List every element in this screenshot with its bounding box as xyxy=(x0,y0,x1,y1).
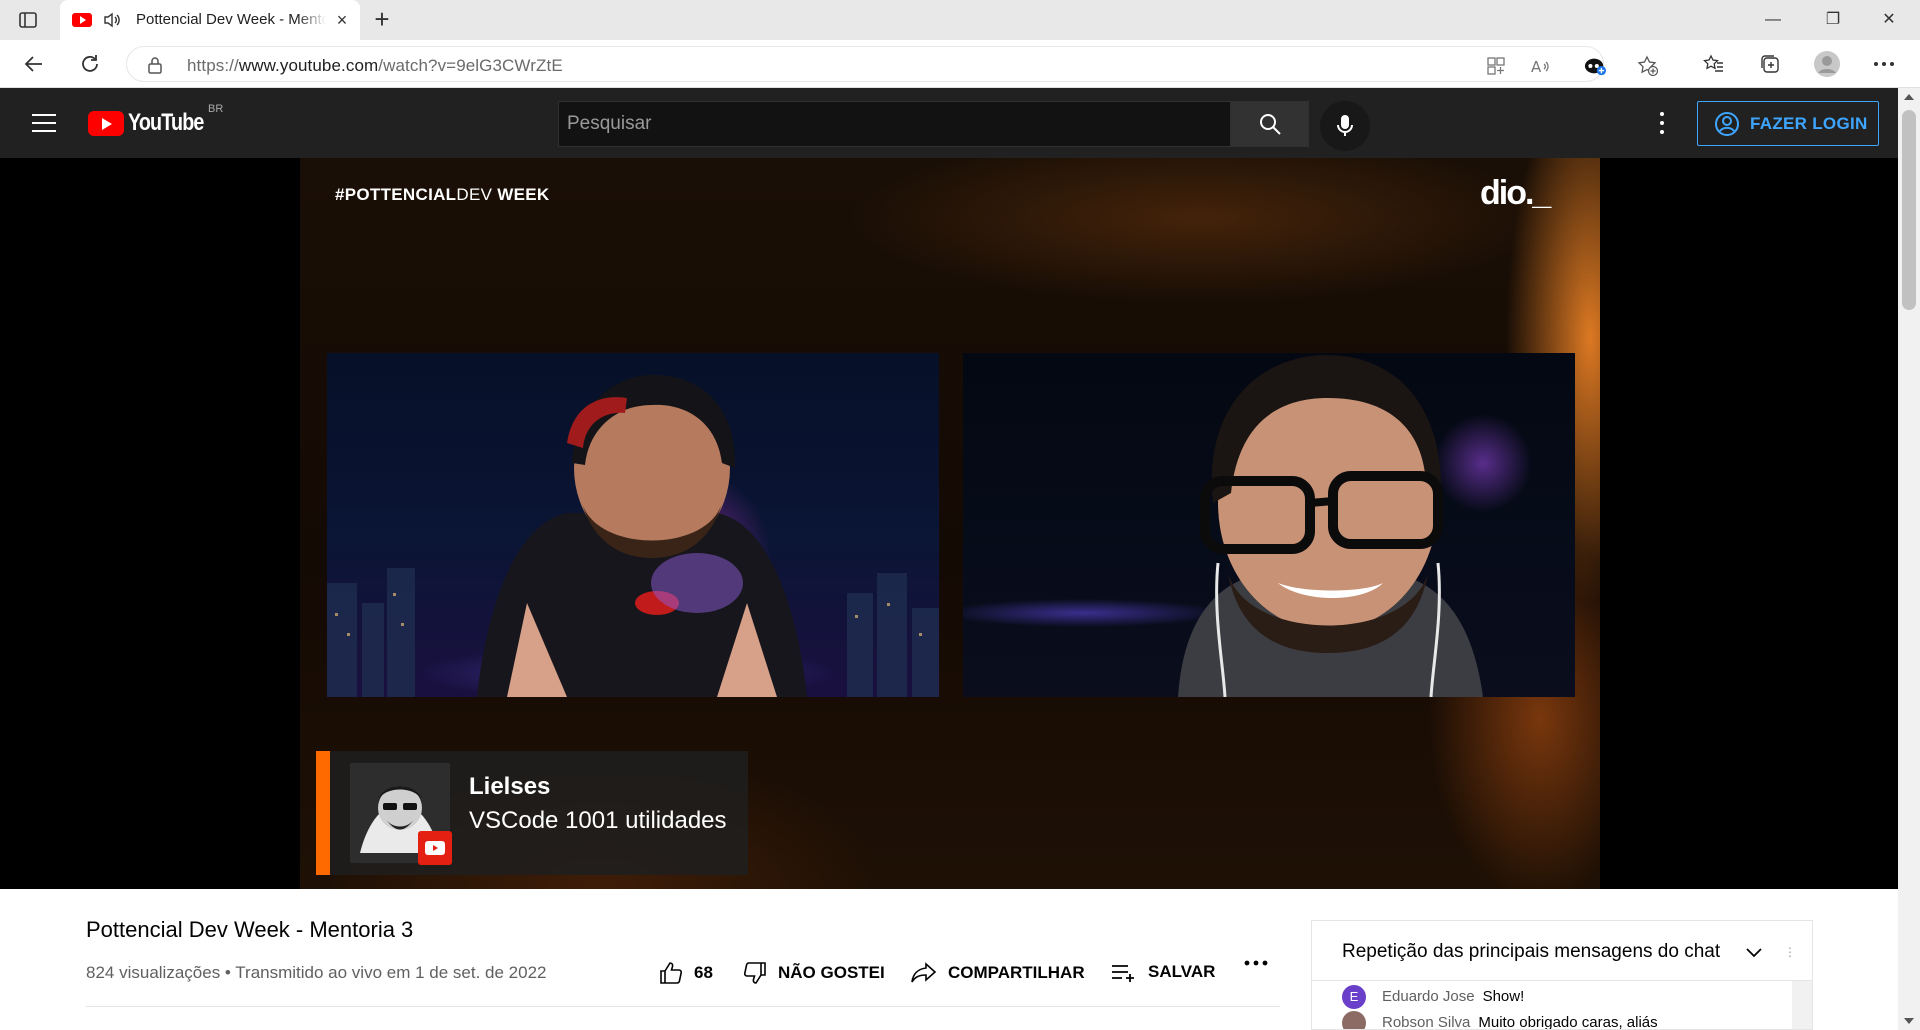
page-scrollbar[interactable] xyxy=(1898,88,1920,1030)
chat-more-icon[interactable]: ⋮ xyxy=(1784,945,1796,959)
browser-tab-active[interactable]: Pottencial Dev Week - Mentoria 3 × xyxy=(60,0,360,40)
browser-toolbar: https://www.youtube.com/watch?v=9elG3CWr… xyxy=(0,40,1920,88)
chat-header[interactable]: Repetição das principais mensagens do ch… xyxy=(1312,921,1812,981)
search-button[interactable] xyxy=(1231,101,1309,147)
like-button[interactable]: 68 xyxy=(658,960,713,986)
chat-avatar xyxy=(1342,1011,1366,1029)
tab-close-icon[interactable]: × xyxy=(330,8,354,32)
save-label: SALVAR xyxy=(1148,962,1216,981)
menu-icon[interactable] xyxy=(32,114,56,132)
maximize-button[interactable]: ❐ xyxy=(1810,6,1856,34)
lock-icon[interactable] xyxy=(147,56,163,79)
address-bar[interactable]: https://www.youtube.com/watch?v=9elG3CWr… xyxy=(126,46,1659,82)
close-window-button[interactable]: ✕ xyxy=(1866,6,1912,34)
logo-text: YouTube xyxy=(128,109,204,136)
event-hashtag: #POTTENCIALDEV WEEK xyxy=(335,185,550,204)
back-arrow-icon[interactable] xyxy=(20,50,48,78)
svg-text:A: A xyxy=(1531,58,1542,76)
scroll-down-arrow-icon[interactable] xyxy=(1904,1018,1914,1024)
lower-third-accent xyxy=(316,751,330,875)
video-player[interactable]: #POTTENCIALDEV WEEK dio._ Lielses VSCode… xyxy=(0,158,1898,889)
search-box xyxy=(558,101,1231,147)
settings-more-icon[interactable] xyxy=(1870,50,1898,78)
dio-logo: dio._ xyxy=(1480,174,1551,212)
youtube-badge-icon xyxy=(418,831,452,865)
chat-author: Robson Silva xyxy=(1382,1013,1471,1030)
search-icon xyxy=(1260,114,1281,135)
dislike-button[interactable]: NÃO GOSTEI xyxy=(742,960,885,986)
more-actions-button[interactable] xyxy=(1244,960,1278,966)
share-label: COMPARTILHAR xyxy=(948,963,1085,982)
webcam-feed-right xyxy=(963,353,1575,697)
read-aloud-icon[interactable]: A xyxy=(1530,55,1552,77)
dislike-label: NÃO GOSTEI xyxy=(778,963,885,982)
new-tab-button[interactable]: + xyxy=(368,6,396,34)
thumbs-down-icon xyxy=(743,962,766,984)
info-divider xyxy=(86,1006,1280,1007)
youtube-logo[interactable]: YouTube BR xyxy=(88,103,223,136)
chat-replay-panel: Repetição das principais mensagens do ch… xyxy=(1311,920,1813,1030)
chat-scrollbar[interactable] xyxy=(1792,981,1812,1029)
presenter-lower-third: Lielses VSCode 1001 utilidades xyxy=(316,751,748,875)
share-icon xyxy=(911,962,937,983)
share-button[interactable]: COMPARTILHAR xyxy=(910,960,1085,986)
search-input[interactable] xyxy=(559,102,1230,146)
chat-text: Show! xyxy=(1482,987,1525,1005)
thumbs-up-icon xyxy=(660,962,683,984)
account-icon xyxy=(1715,111,1739,136)
chevron-down-icon[interactable] xyxy=(1746,945,1762,963)
profile-avatar-icon[interactable] xyxy=(1813,50,1841,78)
video-title: Pottencial Dev Week - Mentoria 3 xyxy=(86,917,414,942)
favorites-icon[interactable] xyxy=(1700,50,1728,78)
chat-header-title: Repetição das principais mensagens do ch… xyxy=(1342,941,1721,962)
refresh-icon[interactable] xyxy=(76,50,104,78)
chat-message: E Eduardo Jose Show! xyxy=(1342,985,1524,1009)
extension-icon[interactable] xyxy=(1584,55,1606,77)
presenter-topic: VSCode 1001 utilidades xyxy=(469,807,727,834)
chat-text: Muito obrigado caras, aliás xyxy=(1478,1013,1658,1030)
chat-avatar: E xyxy=(1342,985,1366,1009)
youtube-favicon-icon xyxy=(72,13,92,27)
chat-message: Robson Silva Muito obrigado caras, aliás xyxy=(1342,1011,1658,1030)
webcam-feed-left xyxy=(327,353,939,697)
chat-author: Eduardo Jose xyxy=(1382,987,1475,1005)
minimize-button[interactable]: — xyxy=(1750,6,1796,34)
scroll-up-arrow-icon[interactable] xyxy=(1904,94,1914,100)
more-options-icon[interactable] xyxy=(1652,110,1672,136)
collections-icon[interactable] xyxy=(1756,50,1784,78)
presenter-name: Lielses xyxy=(469,773,551,800)
video-frame[interactable]: #POTTENCIALDEV WEEK dio._ Lielses VSCode… xyxy=(300,158,1600,889)
app-grid-icon[interactable] xyxy=(1485,55,1507,77)
presenter-silhouette-left xyxy=(327,374,939,697)
more-horizontal-icon xyxy=(1244,960,1268,966)
tab-actions-icon[interactable] xyxy=(18,10,38,30)
url-text: https://www.youtube.com/watch?v=9elG3CWr… xyxy=(187,56,563,75)
browser-tab-bar: Pottencial Dev Week - Mentoria 3 × + — ❐… xyxy=(0,0,1920,40)
like-count: 68 xyxy=(694,963,713,982)
tab-title: Pottencial Dev Week - Mentoria 3 xyxy=(136,11,326,28)
login-label: FAZER LOGIN xyxy=(1750,113,1868,133)
country-code: BR xyxy=(208,103,224,115)
microphone-icon xyxy=(1337,115,1353,136)
add-favorite-icon[interactable] xyxy=(1637,55,1659,77)
save-button[interactable]: SALVAR xyxy=(1110,960,1215,984)
scrollbar-thumb[interactable] xyxy=(1902,110,1916,310)
presenter-silhouette-right xyxy=(1178,354,1483,697)
login-button[interactable]: FAZER LOGIN xyxy=(1697,101,1879,146)
youtube-header: YouTube BR FAZER LOGIN xyxy=(0,88,1898,158)
youtube-play-icon xyxy=(88,110,124,136)
voice-search-button[interactable] xyxy=(1320,101,1370,151)
speaker-icon[interactable] xyxy=(102,10,122,30)
video-meta: 824 visualizações • Transmitido ao vivo … xyxy=(86,963,547,982)
add-to-playlist-icon xyxy=(1112,965,1134,982)
